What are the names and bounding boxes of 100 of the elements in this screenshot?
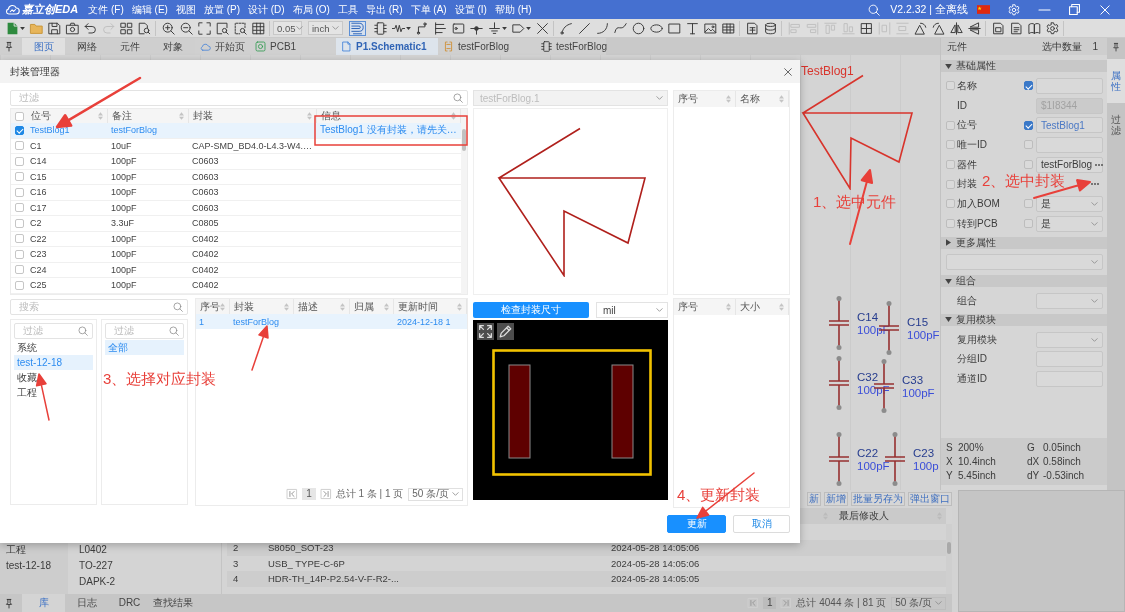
rotate-right-icon[interactable] [931,21,945,35]
more-icon[interactable] [1095,163,1104,166]
checkbox[interactable] [14,234,24,244]
sort-icon[interactable] [340,302,345,311]
scrollbar[interactable] [461,109,467,294]
menu-item[interactable]: 工具 [337,2,358,17]
checkbox[interactable] [946,179,955,189]
page-button[interactable]: 1 [302,488,316,500]
panel-tab[interactable]: 网络 [65,38,108,55]
table-row[interactable]: C23 100pF C0402 [11,247,461,263]
checkbox[interactable] [14,156,24,166]
table-icon[interactable] [721,21,735,35]
checkbox[interactable] [946,219,955,229]
list-item[interactable]: test-12-18 [6,558,68,574]
search-icon[interactable] [453,93,463,103]
side-tab[interactable]: 属性 [1107,59,1125,103]
image-icon[interactable] [703,21,717,35]
pen-icon[interactable] [559,21,573,35]
dropdown[interactable]: 是 [1036,195,1103,212]
sort-icon[interactable] [779,303,784,311]
sort-icon[interactable] [451,112,456,120]
table-row[interactable]: C22 100pF C0402 [11,231,461,247]
triangle-down-icon[interactable] [945,63,952,69]
action-button[interactable]: 弹出窗口 [908,492,952,506]
panel-tab[interactable]: 查找结果 [151,594,194,612]
table-row[interactable]: C1 10uF CAP-SMD_BD4.0-L4.3-W4.… [11,138,461,154]
cross-icon[interactable] [535,21,549,35]
chevron-down-icon[interactable] [295,26,303,30]
checkbox[interactable] [14,141,24,151]
checkbox[interactable] [946,160,955,170]
column-header[interactable]: 大小 [736,299,789,315]
column-header[interactable]: 序号 [674,299,736,315]
column-header[interactable]: 序号 [674,91,736,107]
rectangle-icon[interactable] [667,21,681,35]
caret-icon[interactable] [19,26,25,30]
chevron-down-icon[interactable] [1091,201,1098,206]
list-item[interactable]: L0402 [79,542,221,558]
checkbox[interactable] [946,120,955,130]
chevron-down-icon[interactable] [332,26,339,30]
close-icon[interactable] [784,67,792,76]
chevron-down-icon[interactable] [1091,337,1098,342]
menu-item[interactable]: 下单 (A) [410,2,447,17]
scrollbar[interactable] [946,524,952,594]
panel-tab[interactable]: 日志 [65,594,108,612]
triangle-down-icon[interactable] [945,317,952,323]
document-tab[interactable]: testForBlog [438,38,536,55]
search-icon[interactable] [78,326,88,336]
sort-icon[interactable] [98,112,103,120]
zoom-window-icon[interactable] [215,21,229,35]
list-item[interactable]: 工程 [14,385,93,400]
flip-vertical-icon[interactable] [967,21,981,35]
expand-icon[interactable] [477,323,494,340]
action-button[interactable]: 批量另存为 [851,492,905,506]
input-field[interactable]: testForBlog [1036,156,1103,173]
chip-icon[interactable] [373,21,387,35]
checkbox[interactable] [1024,199,1033,209]
capacitor-symbol[interactable] [828,432,850,486]
more-icon[interactable] [1091,183,1099,186]
checkbox[interactable] [14,203,24,213]
column-header[interactable]: 名称 [736,91,789,107]
list-item[interactable]: 系统 [14,340,93,355]
panel-tab[interactable]: 对象 [151,38,194,55]
checkbox[interactable] [1024,140,1033,150]
action-button[interactable]: 新增 [824,492,848,506]
checkbox[interactable] [1024,120,1033,130]
camera-icon[interactable] [65,21,79,35]
board-icon[interactable] [255,41,266,52]
page-size-dropdown[interactable]: 50 条/页 [408,487,463,501]
document-tab[interactable]: P1.Schematic1 [336,38,438,55]
panel-tab[interactable]: DRC [108,594,151,612]
arc-icon[interactable] [595,21,609,35]
database-icon[interactable] [763,21,777,35]
checkbox[interactable] [14,280,24,290]
menu-item[interactable]: 放置 (P) [203,2,240,17]
dropdown[interactable]: 是 [1036,215,1103,232]
list-item[interactable]: 收藏 [14,370,93,385]
chevron-down-icon[interactable] [656,308,663,312]
sort-icon[interactable] [179,112,184,120]
grid-table-icon[interactable] [859,21,873,35]
grid-icon[interactable] [251,21,265,35]
checkbox[interactable] [14,125,24,135]
restore-icon[interactable] [1069,4,1080,15]
settings-icon[interactable] [1045,21,1059,35]
document-lines-icon[interactable] [1009,21,1023,35]
menu-item[interactable]: 导出 (R) [365,2,403,17]
document-tab[interactable]: 开始页 [195,38,250,55]
chevron-down-icon[interactable] [1091,221,1098,226]
sort-icon[interactable] [220,302,225,311]
table-row[interactable]: C16 100pF C0603 [11,185,461,201]
checkbox[interactable] [946,140,955,150]
wire-icon[interactable] [415,21,429,35]
circle-icon[interactable] [631,21,645,35]
flip-horizontal-icon[interactable] [949,21,963,35]
menu-item[interactable]: 帮助 (H) [494,2,532,17]
panel-tab[interactable]: 库 [22,594,65,612]
last-page-icon[interactable] [320,489,331,499]
bracket-icon[interactable] [443,41,454,52]
sort-icon[interactable] [726,95,731,103]
list-item[interactable]: TO-227 [79,558,221,574]
list-item[interactable]: DAPK-2 [79,574,221,590]
